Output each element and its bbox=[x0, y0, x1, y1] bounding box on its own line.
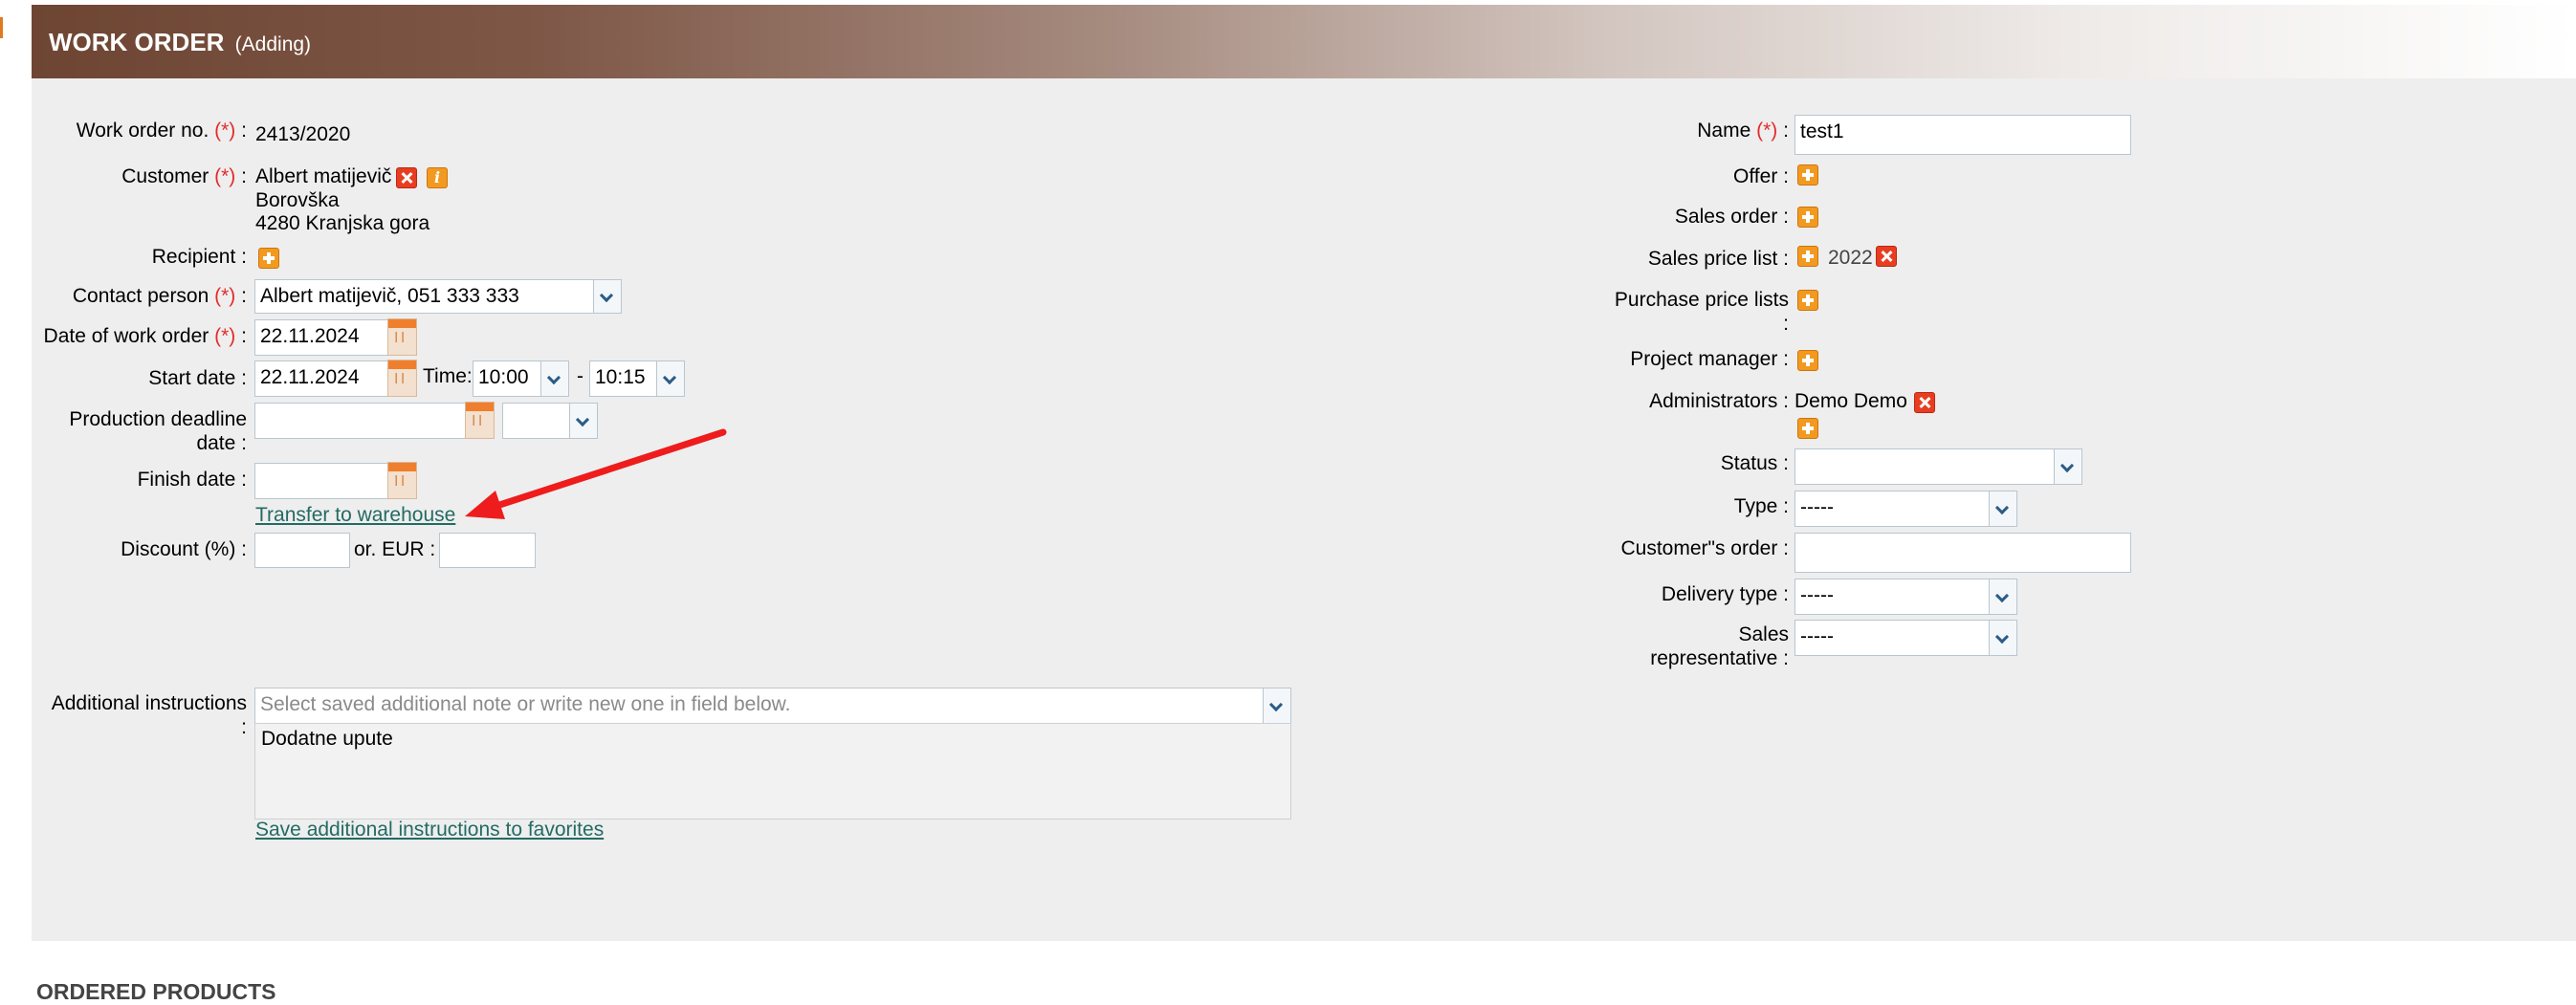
chevron-down-icon[interactable] bbox=[1263, 688, 1290, 723]
sales-representative-select[interactable]: ----- bbox=[1794, 620, 2017, 656]
contact-person-select[interactable]: Albert matijevič, 051 333 333 bbox=[254, 279, 622, 314]
left-edge-marker bbox=[0, 17, 3, 38]
additional-instructions-select[interactable]: Select saved additional note or write ne… bbox=[254, 688, 1291, 724]
calendar-icon[interactable] bbox=[387, 462, 417, 499]
finish-date-field[interactable] bbox=[254, 463, 388, 499]
administrator-name: Demo Demo bbox=[1794, 390, 1907, 412]
customer-name: Albert matijevič bbox=[255, 165, 392, 187]
add-administrator-icon[interactable] bbox=[1797, 418, 1818, 439]
production-deadline-label: Production deadline date : bbox=[69, 408, 247, 454]
chevron-down-icon[interactable] bbox=[1989, 621, 2016, 655]
status-select[interactable] bbox=[1794, 448, 2082, 485]
page-header: WORK ORDER (Adding) bbox=[32, 5, 2576, 78]
remove-administrator-icon[interactable] bbox=[1914, 392, 1935, 413]
discount-percent-field[interactable] bbox=[254, 533, 350, 568]
administrators-label: Administrators : bbox=[1649, 390, 1789, 412]
purchase-price-lists-label: Purchase price lists: bbox=[1614, 289, 1789, 335]
time-label: Time: bbox=[423, 365, 473, 387]
add-sales-order-icon[interactable] bbox=[1797, 207, 1818, 228]
status-label: Status : bbox=[1720, 452, 1789, 474]
calendar-icon[interactable] bbox=[387, 318, 417, 356]
name-field[interactable]: test1 bbox=[1794, 115, 2131, 155]
offer-label: Offer : bbox=[1733, 165, 1789, 187]
chevron-down-icon[interactable] bbox=[1989, 492, 2016, 526]
discount-eur-field[interactable] bbox=[439, 533, 536, 568]
start-date-field[interactable]: 22.11.2024 bbox=[254, 360, 388, 397]
customer-info-icon[interactable]: i bbox=[427, 167, 448, 188]
name-label: Name (*) : bbox=[1697, 120, 1789, 142]
add-sales-price-list-icon[interactable] bbox=[1797, 246, 1818, 267]
project-manager-label: Project manager : bbox=[1630, 348, 1789, 370]
transfer-to-warehouse-link[interactable]: Transfer to warehouse bbox=[255, 504, 455, 527]
chevron-down-icon[interactable] bbox=[656, 361, 684, 396]
customers-order-field[interactable] bbox=[1794, 533, 2131, 573]
remove-customer-icon[interactable] bbox=[396, 167, 417, 188]
start-date-label: Start date : bbox=[148, 367, 247, 389]
calendar-icon[interactable] bbox=[387, 360, 417, 397]
add-offer-icon[interactable] bbox=[1797, 164, 1818, 186]
additional-instructions-textarea[interactable]: Dodatne upute bbox=[254, 723, 1291, 819]
work-order-no-label: Work order no. (*) : bbox=[76, 120, 247, 142]
chevron-down-icon[interactable] bbox=[2054, 449, 2081, 484]
add-purchase-price-list-icon[interactable] bbox=[1797, 290, 1818, 311]
ordered-products-heading: ORDERED PRODUCTS bbox=[36, 979, 276, 1004]
delivery-type-label: Delivery type : bbox=[1661, 583, 1789, 605]
red-arrow-annotation bbox=[465, 428, 727, 519]
customer-street: Borovška bbox=[255, 189, 340, 211]
time-dash: - bbox=[577, 365, 583, 387]
remove-sales-price-list-icon[interactable] bbox=[1876, 246, 1897, 267]
date-of-work-order-label: Date of work order (*) : bbox=[43, 325, 247, 347]
discount-eur-label: or. EUR : bbox=[354, 538, 436, 560]
delivery-type-select[interactable]: ----- bbox=[1794, 579, 2017, 615]
add-recipient-icon[interactable] bbox=[258, 248, 279, 269]
chevron-down-icon[interactable] bbox=[1989, 579, 2016, 614]
add-project-manager-icon[interactable] bbox=[1797, 350, 1818, 371]
date-of-work-order-field[interactable]: 22.11.2024 bbox=[254, 319, 388, 356]
discount-label: Discount (%) : bbox=[121, 538, 247, 560]
customers-order-label: Customer"s order : bbox=[1620, 537, 1789, 559]
page-subtitle: (Adding) bbox=[234, 33, 312, 55]
chevron-down-icon[interactable] bbox=[593, 280, 621, 313]
sales-price-list-label: Sales price list : bbox=[1647, 248, 1789, 270]
contact-person-label: Contact person (*) : bbox=[72, 285, 247, 307]
additional-instructions-label: Additional instructions : bbox=[51, 692, 247, 738]
work-order-no-value: 2413/2020 bbox=[255, 123, 351, 145]
customer-label: Customer (*) : bbox=[121, 165, 247, 187]
type-label: Type : bbox=[1733, 495, 1789, 517]
production-deadline-field[interactable] bbox=[254, 403, 469, 439]
page-title-text: WORK ORDER bbox=[49, 28, 225, 56]
sales-price-list-value: 2022 bbox=[1828, 247, 1873, 269]
finish-date-label: Finish date : bbox=[137, 469, 247, 491]
recipient-label: Recipient : bbox=[151, 246, 247, 268]
chevron-down-icon[interactable] bbox=[540, 361, 568, 396]
sales-representative-label: Sales representative : bbox=[1650, 623, 1789, 669]
page-title: WORK ORDER (Adding) bbox=[49, 28, 311, 57]
start-time-to-select[interactable]: 10:15 bbox=[589, 360, 685, 397]
start-time-from-select[interactable]: 10:00 bbox=[473, 360, 569, 397]
type-select[interactable]: ----- bbox=[1794, 491, 2017, 527]
customer-city: 4280 Kranjska gora bbox=[255, 212, 430, 234]
save-instructions-link[interactable]: Save additional instructions to favorite… bbox=[255, 819, 604, 841]
sales-order-label: Sales order : bbox=[1674, 206, 1789, 228]
